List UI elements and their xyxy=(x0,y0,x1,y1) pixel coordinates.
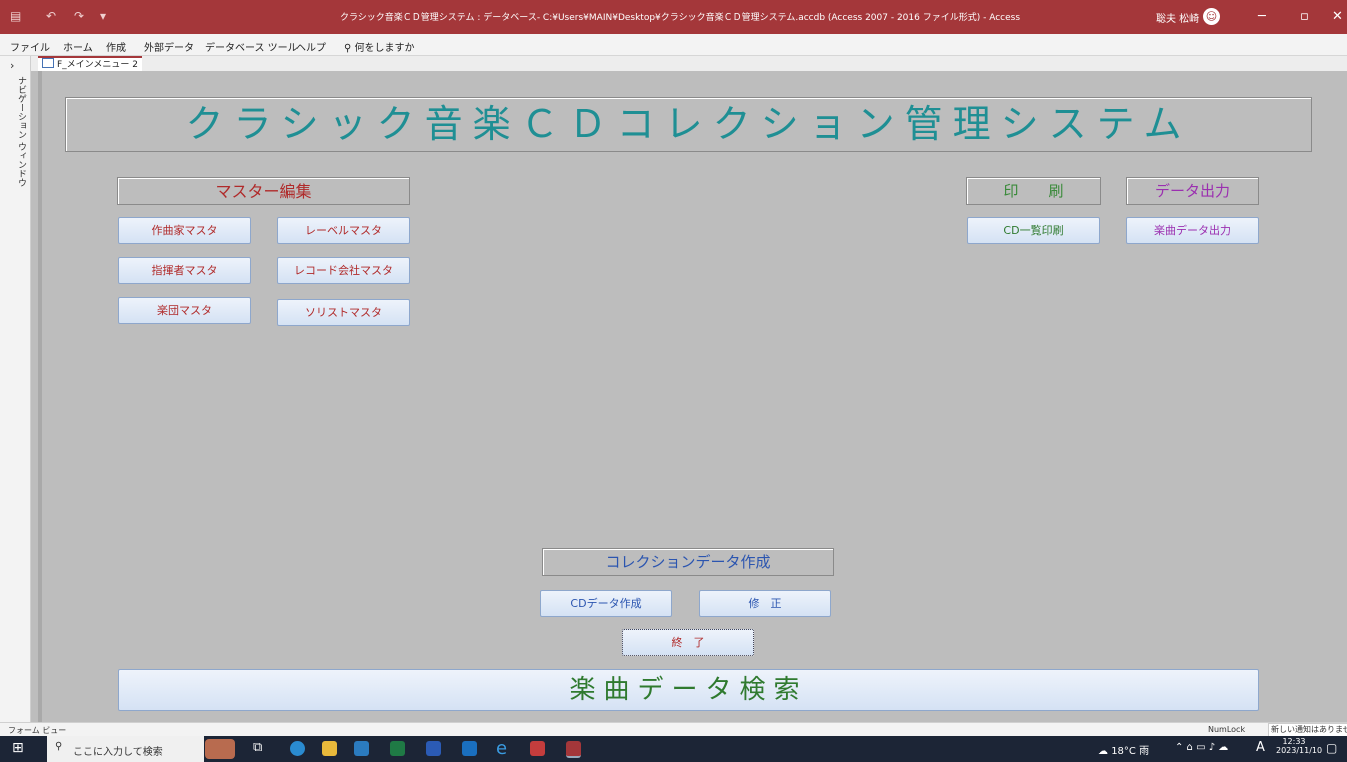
taskbar-search-box[interactable]: ⚲ ここに入力して検索 xyxy=(47,736,235,762)
main-menu-form xyxy=(38,71,1347,722)
edit-button[interactable]: 修 正 xyxy=(699,590,831,617)
doc-tab-label: F_メインメニュー 2 xyxy=(57,60,138,70)
tab-database-tools[interactable]: データベース ツール xyxy=(205,39,298,54)
task-view-icon[interactable]: ⧉ xyxy=(253,740,262,755)
user-avatar-icon[interactable]: ☺ xyxy=(1203,8,1220,25)
taskbar-search-placeholder: ここに入力して検索 xyxy=(73,747,163,758)
navigation-pane[interactable]: › ナビゲーション ウィンドウ xyxy=(0,56,31,722)
clock[interactable]: 12:33 2023/11/10 xyxy=(1276,737,1323,755)
tell-me-box[interactable]: ⚲ 何をしますか xyxy=(344,39,415,54)
system-tray-icons[interactable]: ⌃ ⌂ ▭ ♪ ☁ xyxy=(1175,742,1228,753)
title-bar: ▤ ↶ ↷ ▾ クラシック音楽ＣＤ管理システム : データベース- C:¥Use… xyxy=(0,0,1347,34)
notification-center-icon[interactable]: ▢ xyxy=(1326,741,1337,755)
excel-icon[interactable] xyxy=(390,741,405,756)
ime-indicator[interactable]: A xyxy=(1256,740,1265,755)
tab-home[interactable]: ホーム xyxy=(63,39,93,54)
redo-icon[interactable]: ↷ xyxy=(74,9,84,23)
numlock-indicator: NumLock xyxy=(1208,725,1246,734)
customize-icon[interactable]: ▾ xyxy=(100,9,106,23)
orchestra-master-button[interactable]: 楽団マスタ xyxy=(118,297,251,324)
edge-icon[interactable] xyxy=(290,741,305,756)
cd-list-print-button[interactable]: CD一覧印刷 xyxy=(967,217,1100,244)
weather-text: 18°C 雨 xyxy=(1111,746,1150,757)
clock-time: 12:33 xyxy=(1282,737,1306,746)
search-highlight-icon xyxy=(205,739,235,759)
undo-icon[interactable]: ↶ xyxy=(46,9,56,23)
weather-widget[interactable]: ☁ 18°C 雨 xyxy=(1098,742,1149,757)
tab-file[interactable]: ファイル xyxy=(10,39,50,54)
outlook-icon[interactable] xyxy=(462,741,477,756)
taskbar: ⊞ ⚲ ここに入力して検索 ⧉ e ☁ 18°C 雨 ⌃ ⌂ ▭ ♪ ☁ A 1… xyxy=(0,736,1347,762)
navigation-pane-label: ナビゲーション ウィンドウ xyxy=(16,76,26,187)
master-edit-header: マスター編集 xyxy=(117,177,410,205)
close-icon[interactable]: ✕ xyxy=(1332,9,1343,24)
form-record-selector xyxy=(38,71,42,722)
track-data-search-button[interactable]: 楽曲データ検索 xyxy=(118,669,1259,711)
label-master-button[interactable]: レーベルマスタ xyxy=(277,217,410,244)
file-explorer-icon[interactable] xyxy=(322,741,337,756)
cloud-icon: ☁ xyxy=(1098,746,1108,757)
access-icon[interactable] xyxy=(566,741,581,758)
collection-data-header: コレクションデータ作成 xyxy=(542,548,834,576)
chevron-right-icon[interactable]: › xyxy=(10,59,14,72)
ribbon-tabs: ファイル ホーム 作成 外部データ データベース ツール ヘルプ ⚲ 何をします… xyxy=(0,34,1347,56)
user-name[interactable]: 聡夫 松崎 xyxy=(1156,10,1199,25)
save-icon[interactable]: ▤ xyxy=(10,9,21,23)
clock-date: 2023/11/10 xyxy=(1276,746,1323,755)
word-icon[interactable] xyxy=(426,741,441,756)
create-cd-data-button[interactable]: CDデータ作成 xyxy=(540,590,672,617)
minimize-icon[interactable]: ─ xyxy=(1258,9,1266,24)
data-export-header: データ出力 xyxy=(1126,177,1259,205)
view-mode-label: フォーム ビュー xyxy=(8,726,67,735)
composer-master-button[interactable]: 作曲家マスタ xyxy=(118,217,251,244)
internet-explorer-icon[interactable]: e xyxy=(496,738,507,759)
conductor-master-button[interactable]: 指揮者マスタ xyxy=(118,257,251,284)
tab-create[interactable]: 作成 xyxy=(106,39,126,54)
soloist-master-button[interactable]: ソリストマスタ xyxy=(277,299,410,326)
app-icon[interactable] xyxy=(530,741,545,756)
status-bar: フォーム ビュー NumLock 新しい通知はありません xyxy=(0,722,1347,738)
track-data-export-button[interactable]: 楽曲データ出力 xyxy=(1126,217,1259,244)
maximize-icon[interactable]: ▫ xyxy=(1300,9,1309,24)
document-tab-row: F_メインメニュー 2 xyxy=(31,56,1347,73)
main-title: クラシック音楽ＣＤコレクション管理システム xyxy=(65,97,1312,152)
form-icon xyxy=(42,58,54,68)
search-icon: ⚲ xyxy=(55,741,63,752)
windows-start-icon[interactable]: ⊞ xyxy=(12,740,24,756)
record-company-master-button[interactable]: レコード会社マスタ xyxy=(277,257,410,284)
print-header: 印 刷 xyxy=(966,177,1101,205)
tell-me-label: 何をしますか xyxy=(354,43,415,54)
exit-button[interactable]: 終 了 xyxy=(622,629,754,656)
tab-help[interactable]: ヘルプ xyxy=(296,39,326,54)
tab-external-data[interactable]: 外部データ xyxy=(144,39,194,54)
media-player-icon[interactable] xyxy=(354,741,369,756)
search-icon: ⚲ xyxy=(344,43,352,54)
window-title: クラシック音楽ＣＤ管理システム : データベース- C:¥Users¥MAIN¥… xyxy=(339,13,1021,23)
